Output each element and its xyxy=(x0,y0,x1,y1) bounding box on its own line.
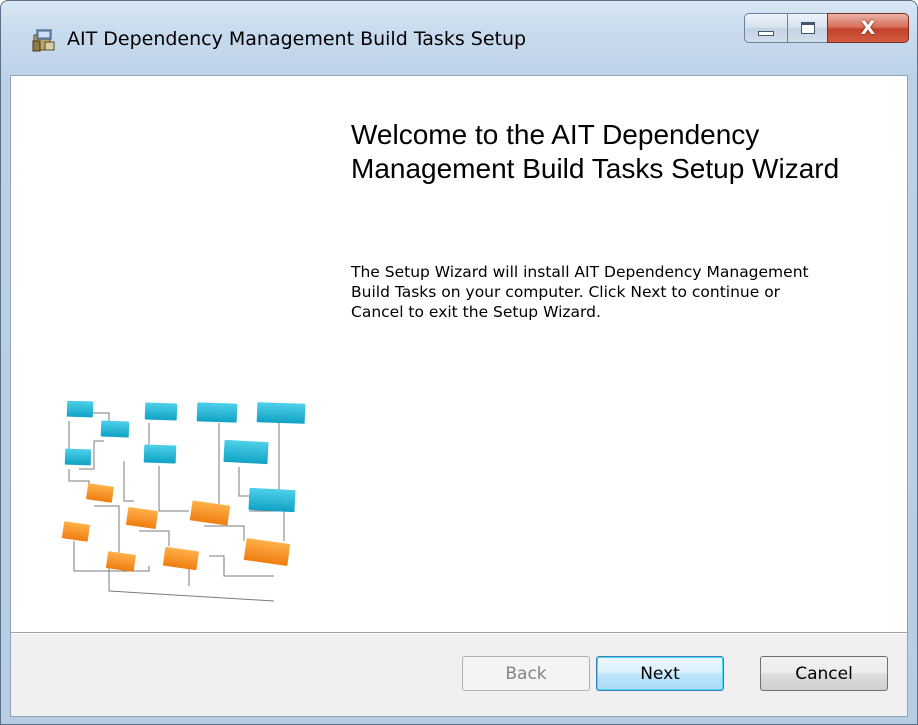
description-line-3: Cancel to exit the Setup Wizard. xyxy=(351,303,601,321)
installer-package-icon xyxy=(32,29,55,52)
minimize-button[interactable] xyxy=(744,13,787,43)
description-line-2: Build Tasks on your computer. Click Next… xyxy=(351,283,781,301)
cancel-button[interactable]: Cancel xyxy=(760,656,888,691)
setup-window: AIT Dependency Management Build Tasks Se… xyxy=(0,0,918,725)
minimize-icon xyxy=(758,30,774,36)
welcome-heading-line-1: Welcome to the AIT Dependency xyxy=(351,119,760,150)
close-button[interactable]: X xyxy=(827,13,909,43)
wizard-page: Welcome to the AIT Dependency Management… xyxy=(10,75,908,717)
button-bar: Back Next Cancel xyxy=(11,634,907,716)
title-bar[interactable]: AIT Dependency Management Build Tasks Se… xyxy=(1,1,917,75)
next-button[interactable]: Next xyxy=(596,656,724,691)
welcome-heading: Welcome to the AIT Dependency Management… xyxy=(351,118,891,186)
window-title: AIT Dependency Management Build Tasks Se… xyxy=(67,28,527,50)
maximize-icon xyxy=(800,22,815,34)
back-button[interactable]: Back xyxy=(462,656,590,691)
maximize-button[interactable] xyxy=(787,13,827,43)
wizard-description: The Setup Wizard will install AIT Depend… xyxy=(351,262,891,322)
caption-buttons: X xyxy=(744,13,909,49)
welcome-heading-line-2: Management Build Tasks Setup Wizard xyxy=(351,153,840,184)
close-icon: X xyxy=(860,17,876,39)
dependency-flowchart-illustration xyxy=(62,401,306,602)
description-line-1: The Setup Wizard will install AIT Depend… xyxy=(351,263,809,281)
